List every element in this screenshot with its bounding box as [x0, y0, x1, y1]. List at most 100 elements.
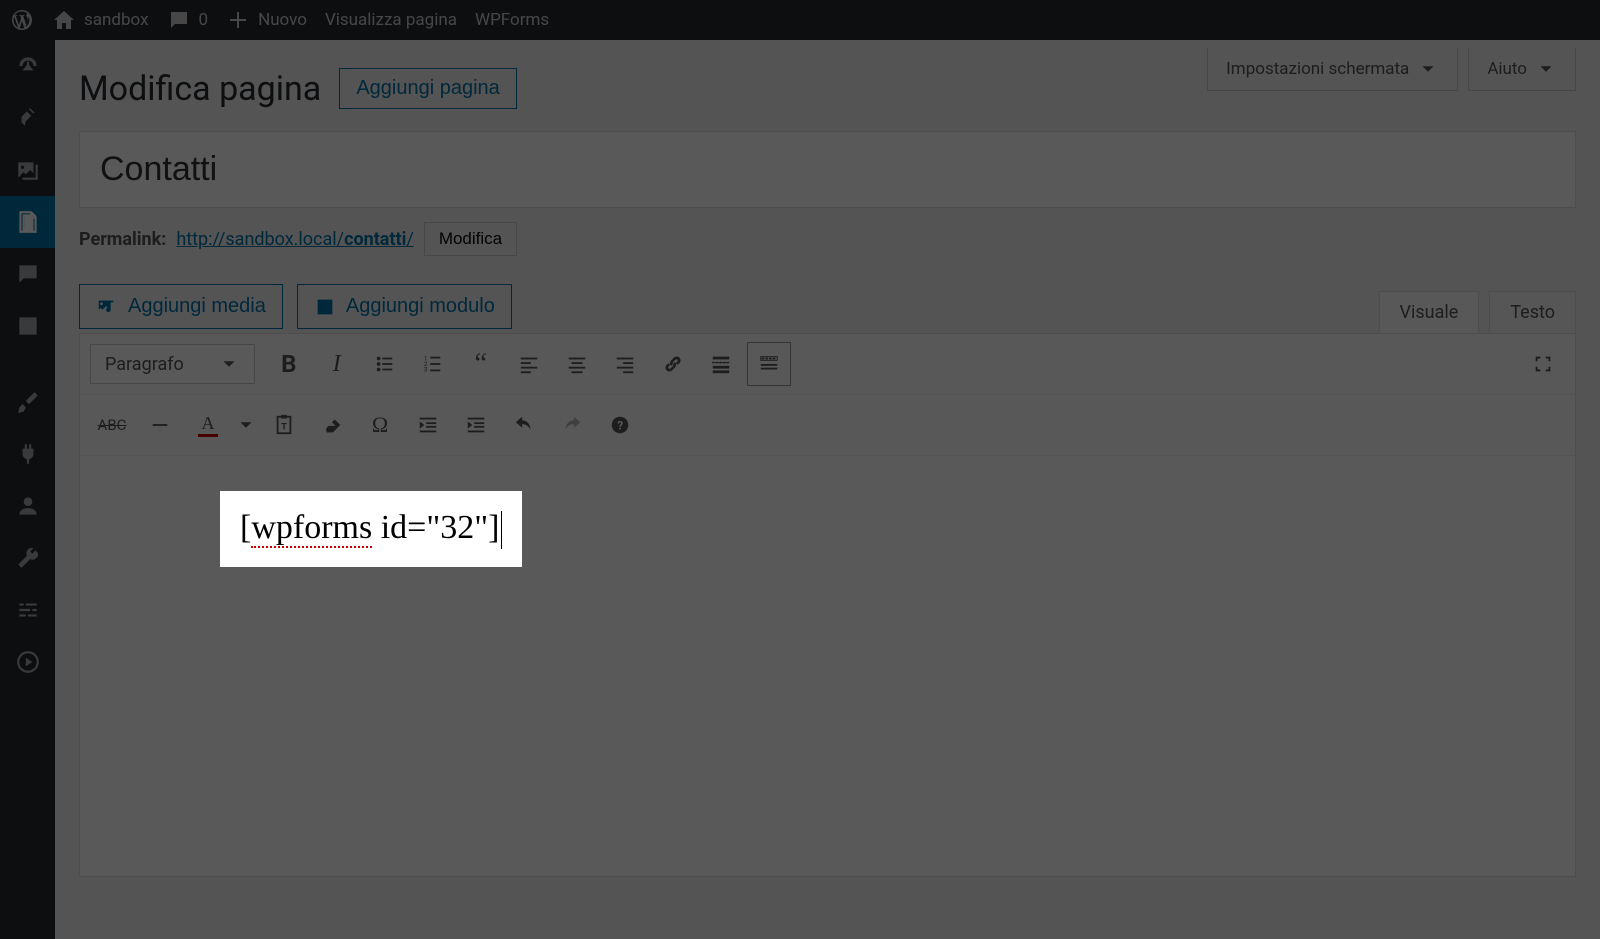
- clear-format-button[interactable]: [310, 403, 354, 447]
- add-media-label: Aggiungi media: [128, 295, 266, 318]
- screen-options-button[interactable]: Impostazioni schermata: [1207, 48, 1458, 91]
- permalink-edit-button[interactable]: Modifica: [424, 222, 517, 256]
- sidebar-pages[interactable]: [0, 196, 55, 248]
- content-area: Impostazioni schermata Aiuto Modifica pa…: [55, 40, 1600, 939]
- wordpress-icon: [10, 8, 34, 32]
- bold-button[interactable]: B: [267, 342, 311, 386]
- sliders-icon: [15, 597, 41, 623]
- new-label: Nuovo: [258, 10, 307, 30]
- new-link[interactable]: Nuovo: [226, 8, 307, 32]
- chevron-down-icon: [1417, 58, 1439, 80]
- dashboard-icon: [15, 53, 41, 79]
- editor-mode-tabs: Visuale Testo: [1379, 291, 1576, 333]
- plus-icon: [226, 8, 250, 32]
- plug-icon: [15, 441, 41, 467]
- site-link[interactable]: sandbox: [52, 8, 149, 32]
- help-button[interactable]: Aiuto: [1468, 48, 1576, 91]
- sidebar-settings[interactable]: [0, 584, 55, 636]
- permalink-row: Permalink: http://sandbox.local/contatti…: [79, 222, 1576, 256]
- editor-canvas[interactable]: [wpforms id="32"]: [80, 456, 1575, 876]
- sidebar-play[interactable]: [0, 636, 55, 688]
- sidebar-users[interactable]: [0, 480, 55, 532]
- svg-text:3: 3: [424, 365, 428, 373]
- chevron-down-icon: [1535, 58, 1557, 80]
- link-button[interactable]: [651, 342, 695, 386]
- redo-button[interactable]: [550, 403, 594, 447]
- sidebar-plugins[interactable]: [0, 428, 55, 480]
- bullet-list-button[interactable]: [363, 342, 407, 386]
- sidebar-separator: [0, 352, 55, 376]
- help-button-editor[interactable]: ?: [598, 403, 642, 447]
- add-form-button[interactable]: Aggiungi modulo: [297, 284, 512, 329]
- sidebar-posts[interactable]: [0, 92, 55, 144]
- media-icon: [15, 157, 41, 183]
- readmore-button[interactable]: [699, 342, 743, 386]
- editor-toolbar-row2: ABC A T Ω ?: [80, 395, 1575, 456]
- indent-button[interactable]: [454, 403, 498, 447]
- form-icon: [15, 313, 41, 339]
- sidebar-comments[interactable]: [0, 248, 55, 300]
- wrench-icon: [15, 545, 41, 571]
- admin-toolbar: sandbox 0 Nuovo Visualizza pagina WPForm…: [0, 0, 1600, 40]
- svg-text:T: T: [281, 423, 287, 433]
- text-color-button[interactable]: A: [186, 403, 230, 447]
- media-note-icon: [96, 296, 118, 318]
- align-left-button[interactable]: [507, 342, 551, 386]
- add-page-button[interactable]: Aggiungi pagina: [339, 68, 516, 109]
- special-char-button[interactable]: Ω: [358, 403, 402, 447]
- play-icon: [15, 649, 41, 675]
- strikethrough-button[interactable]: ABC: [90, 403, 134, 447]
- comment-icon: [167, 8, 191, 32]
- comments-icon: [15, 261, 41, 287]
- format-select[interactable]: Paragrafo: [90, 344, 255, 384]
- text-cursor: [501, 511, 502, 549]
- post-title-input[interactable]: [79, 131, 1576, 208]
- wp-logo[interactable]: [10, 8, 34, 32]
- form-icon: [314, 296, 336, 318]
- pages-icon: [15, 209, 41, 235]
- tab-text[interactable]: Testo: [1489, 291, 1576, 333]
- editor-shortcode-text[interactable]: [wpforms id="32"]: [220, 491, 522, 567]
- text-color-dropdown[interactable]: [234, 403, 258, 447]
- italic-button[interactable]: I: [315, 342, 359, 386]
- editor-toolbar-row1: Paragrafo B I 123 “: [80, 334, 1575, 395]
- site-name-label: sandbox: [84, 10, 149, 30]
- toolbar-toggle-button[interactable]: [747, 342, 791, 386]
- brush-icon: [15, 389, 41, 415]
- add-media-button[interactable]: Aggiungi media: [79, 284, 283, 329]
- paste-text-button[interactable]: T: [262, 403, 306, 447]
- numbered-list-button[interactable]: 123: [411, 342, 455, 386]
- editor-wrap: Paragrafo B I 123 “ ABC A T Ω: [79, 333, 1576, 877]
- sidebar-appearance[interactable]: [0, 376, 55, 428]
- help-label: Aiuto: [1487, 59, 1527, 79]
- view-page-link[interactable]: Visualizza pagina: [325, 10, 457, 30]
- undo-button[interactable]: [502, 403, 546, 447]
- permalink-link[interactable]: http://sandbox.local/contatti/: [176, 229, 413, 250]
- blockquote-button[interactable]: “: [459, 342, 503, 386]
- hr-button[interactable]: [138, 403, 182, 447]
- user-icon: [15, 493, 41, 519]
- align-center-button[interactable]: [555, 342, 599, 386]
- sidebar-media[interactable]: [0, 144, 55, 196]
- chevron-down-icon: [218, 353, 240, 375]
- comments-count: 0: [199, 10, 209, 30]
- sidebar-dashboard[interactable]: [0, 40, 55, 92]
- media-button-row: Aggiungi media Aggiungi modulo Visuale T…: [79, 284, 1576, 329]
- tab-visual[interactable]: Visuale: [1379, 291, 1480, 333]
- permalink-label: Permalink:: [79, 229, 166, 250]
- pin-icon: [15, 105, 41, 131]
- wpforms-link[interactable]: WPForms: [475, 10, 549, 30]
- page-title: Modifica pagina: [79, 69, 321, 109]
- svg-text:?: ?: [617, 419, 623, 433]
- align-right-button[interactable]: [603, 342, 647, 386]
- sidebar-tools[interactable]: [0, 532, 55, 584]
- sidebar-wpforms[interactable]: [0, 300, 55, 352]
- screen-meta-links: Impostazioni schermata Aiuto: [1207, 48, 1576, 91]
- add-form-label: Aggiungi modulo: [346, 295, 495, 318]
- admin-sidebar: [0, 40, 55, 939]
- home-icon: [52, 8, 76, 32]
- outdent-button[interactable]: [406, 403, 450, 447]
- fullscreen-button[interactable]: [1521, 342, 1565, 386]
- comments-link[interactable]: 0: [167, 8, 209, 32]
- format-select-label: Paragrafo: [105, 354, 184, 375]
